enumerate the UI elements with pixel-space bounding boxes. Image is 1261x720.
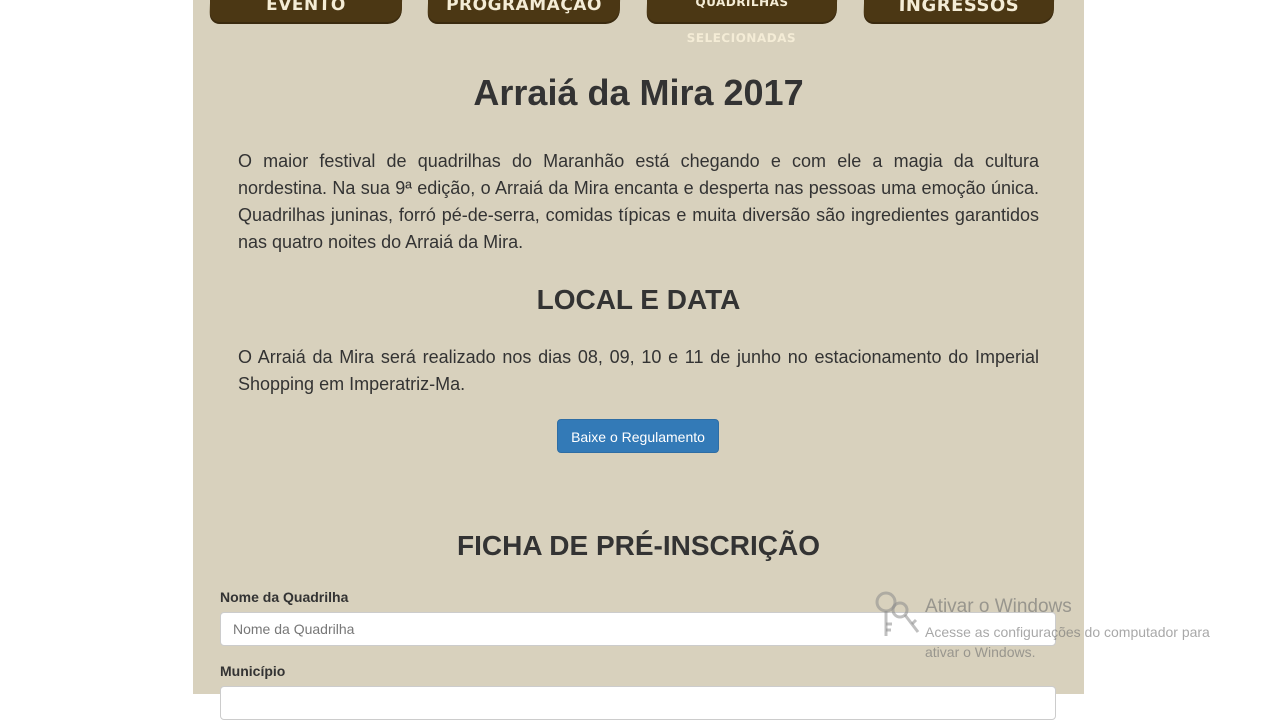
local-data-heading: LOCAL E DATA — [536, 284, 741, 315]
intro-paragraph: O maior festival de quadrilhas do Maranh… — [238, 151, 1039, 252]
municipio-label: Município — [220, 663, 286, 679]
download-regulamento-button[interactable]: Baixe o Regulamento — [557, 419, 719, 453]
local-data-paragraph: O Arraiá da Mira será realizado nos dias… — [238, 347, 1039, 394]
nav-item-label: PROGRAMAÇÃO — [445, 0, 603, 15]
nav-item-label: EVENTO — [265, 0, 346, 15]
nav-item-programacao[interactable]: PROGRAMAÇÃO — [427, 0, 621, 22]
nav-item-label: INGRESSOS — [898, 0, 1020, 16]
municipio-input[interactable] — [220, 686, 1056, 720]
watermark-title: Ativar o Windows — [925, 596, 1072, 617]
page-title: Arraiá da Mira 2017 — [473, 72, 804, 113]
nav-item-label: QUADRILHAS SELECIONADAS — [686, 0, 797, 45]
pre-inscricao-heading: FICHA DE PRÉ-INSCRIÇÃO — [457, 530, 820, 561]
nome-quadrilha-label: Nome da Quadrilha — [220, 589, 349, 605]
key-icon — [875, 591, 920, 636]
nav-item-ingressos[interactable]: INGRESSOS — [863, 0, 1055, 22]
nav-item-evento[interactable]: EVENTO — [209, 0, 403, 22]
windows-activation-watermark: Ativar o Windows Acesse as configurações… — [872, 590, 1252, 660]
nav-item-quadrilhas-selecionadas[interactable]: QUADRILHAS SELECIONADAS — [646, 0, 838, 45]
watermark-subtitle: Acesse as configurações do computador pa… — [925, 624, 1210, 660]
